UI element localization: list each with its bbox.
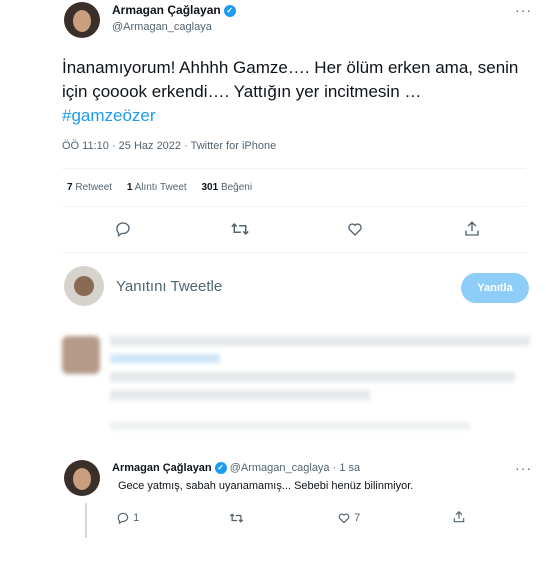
like-count: 7 — [354, 511, 361, 524]
reply-icon[interactable] — [114, 220, 132, 238]
blurred-line — [110, 390, 370, 400]
tweet-body: İnanamıyorum! Ahhhh Gamze…. Her ölüm erk… — [62, 56, 532, 128]
reply-author-name[interactable]: Armagan Çağlayan ✓ @Armagan_caglaya · 1 s… — [112, 462, 360, 475]
heart-icon — [338, 513, 350, 524]
blurred-line — [110, 372, 515, 382]
reply-reply-button[interactable]: 1 — [116, 511, 139, 525]
author-handle[interactable]: @Armagan_caglaya — [112, 21, 212, 33]
share-icon[interactable] — [463, 220, 481, 238]
avatar-face — [73, 468, 91, 490]
verified-badge-icon: ✓ — [223, 4, 236, 17]
reply-author-avatar[interactable] — [64, 460, 100, 496]
divider — [62, 168, 526, 169]
like-stat[interactable]: 301 Beğeni — [201, 182, 252, 193]
avatar-face — [73, 10, 91, 32]
reply-share-button[interactable] — [452, 510, 466, 524]
author-avatar[interactable] — [64, 2, 100, 38]
share-icon — [453, 510, 465, 523]
blurred-avatar — [62, 336, 100, 374]
retweet-icon[interactable] — [230, 220, 250, 238]
retweet-icon — [229, 513, 244, 523]
my-avatar — [64, 266, 104, 306]
author-name[interactable]: Armagan Çağlayan ✓ — [112, 3, 236, 17]
reply-more-options-icon[interactable]: ··· — [515, 460, 532, 476]
tweet-text: İnanamıyorum! Ahhhh Gamze…. Her ölüm erk… — [62, 58, 519, 101]
reply-handle-time[interactable]: @Armagan_caglaya · 1 sa — [230, 462, 360, 474]
retweet-stat[interactable]: 7 Retweet — [67, 182, 112, 193]
quote-stat[interactable]: 1 Alıntı Tweet — [127, 182, 187, 193]
more-options-icon[interactable]: ··· — [515, 2, 532, 18]
reply-like-button[interactable]: 7 — [337, 511, 360, 525]
reply-author-name-text: Armagan Çağlayan — [112, 462, 212, 474]
blurred-line — [110, 422, 470, 430]
reply-icon — [117, 512, 129, 525]
reply-button[interactable]: Yanıtla — [461, 273, 529, 303]
blurred-line — [110, 354, 220, 363]
reply-input[interactable]: Yanıtını Tweetle — [116, 278, 222, 295]
divider — [62, 252, 526, 253]
blurred-reply — [50, 322, 536, 447]
blurred-line — [110, 336, 530, 346]
tweet-timestamp[interactable]: ÖÖ 11:10 · 25 Haz 2022 · Twitter for iPh… — [62, 140, 276, 152]
heart-icon[interactable] — [346, 220, 364, 238]
thread-line — [85, 503, 87, 538]
hashtag-link[interactable]: #gamzeözer — [62, 106, 156, 125]
author-name-text: Armagan Çağlayan — [112, 3, 221, 17]
tweet-stats: 7 Retweet 1 Alıntı Tweet 301 Beğeni — [67, 182, 264, 193]
avatar-face — [74, 276, 94, 296]
verified-badge-icon: ✓ — [214, 462, 227, 475]
reply-text: Gece yatmış, sabah uyanamamış... Sebebi … — [118, 480, 414, 492]
reply-retweet-button[interactable] — [229, 511, 244, 525]
divider — [62, 206, 526, 207]
reply-count: 1 — [133, 511, 140, 524]
